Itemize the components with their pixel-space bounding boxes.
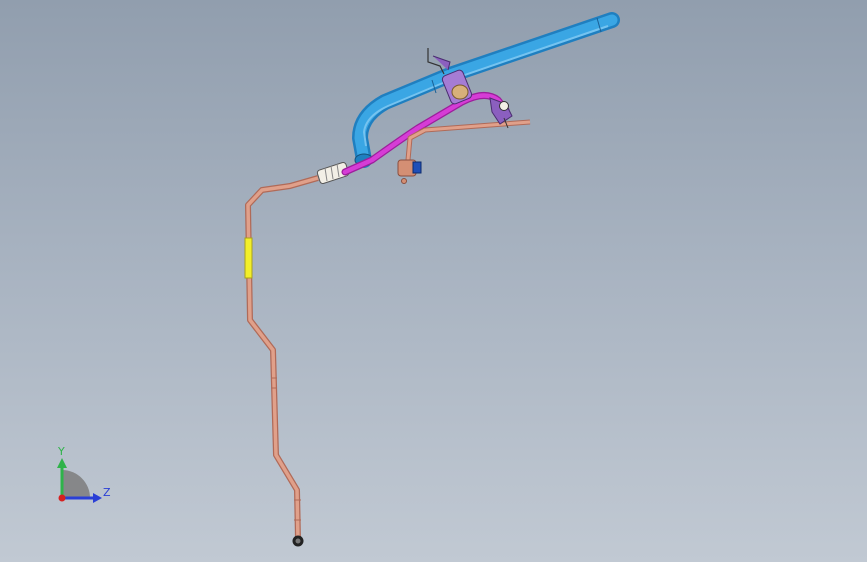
copper-fitting[interactable] xyxy=(397,159,422,184)
cad-model-canvas[interactable]: Y Z xyxy=(0,0,867,562)
yellow-marker-band xyxy=(244,237,253,279)
y-axis-label: Y xyxy=(57,445,65,458)
cad-viewport[interactable]: Y Z xyxy=(0,0,867,562)
axis-triad-icon xyxy=(57,458,102,503)
copper-pipe[interactable] xyxy=(245,175,319,541)
copper-branch-pipe[interactable] xyxy=(405,119,531,161)
z-axis-label: Z xyxy=(103,486,111,499)
pipe-end-cap[interactable] xyxy=(292,535,304,547)
